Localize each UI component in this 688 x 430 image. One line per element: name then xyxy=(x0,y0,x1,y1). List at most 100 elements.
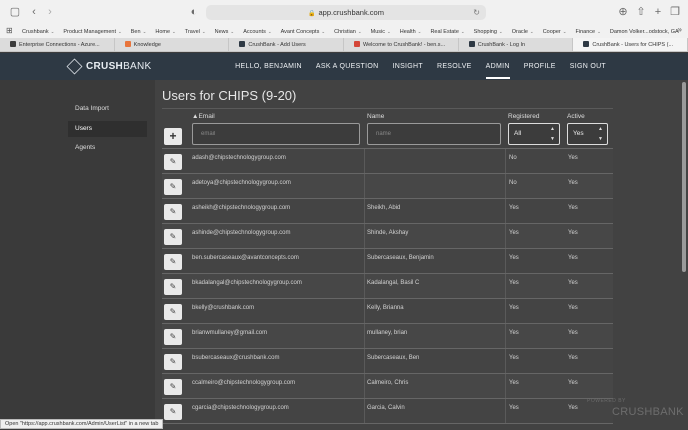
edit-user-button[interactable]: ✎ xyxy=(164,154,182,170)
nav-item-ask-a-question[interactable]: ASK A QUESTION xyxy=(316,63,379,70)
nav-item-resolve[interactable]: RESOLVE xyxy=(437,63,472,70)
forward-icon[interactable]: › xyxy=(43,5,57,19)
bookmark-label: Accounts xyxy=(243,29,266,35)
more-bookmarks-icon[interactable]: » xyxy=(678,25,682,34)
edit-user-button[interactable]: ✎ xyxy=(164,229,182,245)
edit-user-button[interactable]: ✎ xyxy=(164,304,182,320)
name-filter-input[interactable] xyxy=(367,123,501,145)
nav-item-admin[interactable]: ADMIN xyxy=(485,63,510,79)
bookmark-folder[interactable]: Music ⌄ xyxy=(371,29,391,35)
registered-cell: No xyxy=(509,155,517,161)
registered-filter-select[interactable]: All ▲ ▼ xyxy=(508,123,560,145)
bookmark-folder[interactable]: Product Management ⌄ xyxy=(63,29,121,35)
edit-user-button[interactable]: ✎ xyxy=(164,404,182,420)
nav-item-sign-out[interactable]: SIGN OUT xyxy=(570,63,606,70)
bookmark-folder[interactable]: Ben ⌄ xyxy=(131,29,147,35)
name-cell: Subercaseaux, Ben xyxy=(367,355,420,361)
active-cell: Yes xyxy=(568,380,578,386)
logo-bold-text: CRUSH xyxy=(86,60,124,72)
grid-icon[interactable]: ⊞ xyxy=(6,26,13,35)
column-divider xyxy=(364,299,365,323)
privacy-shield-icon[interactable]: ◐ xyxy=(187,5,201,19)
chevron-down-icon: ⌄ xyxy=(50,29,55,34)
browser-tab[interactable]: Knowledge xyxy=(115,38,230,51)
nav-item-profile[interactable]: PROFILE xyxy=(524,63,556,70)
registered-cell: Yes xyxy=(509,205,519,211)
page-scrollbar[interactable] xyxy=(682,82,686,272)
edit-user-button[interactable]: ✎ xyxy=(164,379,182,395)
bookmark-folder[interactable]: Health ⌄ xyxy=(400,29,422,35)
browser-toolbar: ▢ ‹ › ◐ 🔒 app.crushbank.com ↻ ⊕ ⇧ + ❐ xyxy=(0,0,688,25)
sidebar-toggle-icon[interactable]: ▢ xyxy=(8,5,22,19)
sidebar-item-data-import[interactable]: Data Import xyxy=(68,101,147,117)
active-column-header[interactable]: Active xyxy=(567,113,585,120)
active-filter-value: Yes xyxy=(573,130,584,137)
address-bar[interactable]: 🔒 app.crushbank.com ↻ xyxy=(206,5,486,20)
browser-tab[interactable]: Enterprise Connections - Azure... xyxy=(0,38,115,51)
browser-tab[interactable]: Welcome to CrushBank! - ben.s... xyxy=(344,38,459,51)
bookmark-folder[interactable]: Damon Volker...odstock, GA xyxy=(610,29,679,35)
edit-user-button[interactable]: ✎ xyxy=(164,279,182,295)
browser-tab[interactable]: CrushBank - Add Users xyxy=(229,38,345,51)
table-row: ✎ bkadalangal@chipstechnologygroup.com Kad… xyxy=(162,274,613,299)
bookmark-folder[interactable]: News ⌄ xyxy=(215,29,235,35)
edit-user-button[interactable]: ✎ xyxy=(164,179,182,195)
bookmark-folder[interactable]: Real Estate ⌄ xyxy=(430,29,464,35)
active-cell: Yes xyxy=(568,230,578,236)
bookmark-folder[interactable]: Travel ⌄ xyxy=(185,29,206,35)
name-column-header[interactable]: Name xyxy=(367,113,384,120)
main-nav: HELLO, BENJAMIN ASK A QUESTION INSIGHT RESO… xyxy=(221,53,606,80)
bookmark-folder[interactable]: Cooper ⌄ xyxy=(543,29,567,35)
bookmark-label: Crushbank xyxy=(22,29,49,35)
bookmark-folder[interactable]: Shopping ⌄ xyxy=(474,29,503,35)
active-filter-select[interactable]: Yes ▲ ▼ xyxy=(567,123,608,145)
registered-cell: Yes xyxy=(509,255,519,261)
column-divider xyxy=(364,374,365,398)
bookmark-folder[interactable]: Accounts ⌄ xyxy=(243,29,271,35)
bookmark-folder[interactable]: Home ⌄ xyxy=(155,29,175,35)
bookmark-folder[interactable]: Oracle ⌄ xyxy=(512,29,534,35)
chevron-down-icon: ⌄ xyxy=(460,29,465,34)
filter-row: + All ▲▼ Yes ▲▼ xyxy=(162,122,613,149)
crushbank-logo[interactable]: CRUSHBANK xyxy=(66,58,152,74)
add-user-button[interactable]: + xyxy=(164,128,182,145)
email-cell: cgarcia@chipstechnologygroup.com xyxy=(192,405,289,411)
column-divider xyxy=(505,199,506,223)
bookmark-label: Shopping xyxy=(473,29,497,35)
select-arrows-icon: ▲ ▼ xyxy=(598,126,603,142)
nav-item-hello-benjamin[interactable]: HELLO, BENJAMIN xyxy=(235,63,302,70)
bookmark-folder[interactable]: Crushbank ⌄ xyxy=(22,29,54,35)
tab-label: Knowledge xyxy=(133,42,161,48)
column-divider xyxy=(505,224,506,248)
registered-column-header[interactable]: Registered xyxy=(508,113,539,120)
chevron-down-icon: ⌄ xyxy=(562,29,567,34)
sidebar-item-agents[interactable]: Agents xyxy=(68,140,147,156)
edit-user-button[interactable]: ✎ xyxy=(164,254,182,270)
logo-icon xyxy=(66,58,83,74)
nav-item-insight[interactable]: INSIGHT xyxy=(392,63,423,70)
bookmark-folder[interactable]: Christian ⌄ xyxy=(334,29,361,35)
bookmark-folder[interactable]: Avant Concepts ⌄ xyxy=(281,29,326,35)
reload-icon[interactable]: ↻ xyxy=(473,5,480,20)
registered-cell: Yes xyxy=(509,305,519,311)
bookmark-folder[interactable]: Finance ⌄ xyxy=(576,29,601,35)
registered-cell: Yes xyxy=(509,280,519,286)
share-icon[interactable]: ⇧ xyxy=(634,5,648,19)
edit-user-button[interactable]: ✎ xyxy=(164,354,182,370)
registered-filter-value: All xyxy=(514,130,522,137)
bookmark-label: Health xyxy=(399,29,416,35)
new-tab-icon[interactable]: + xyxy=(651,5,665,19)
chevron-down-icon: ⌄ xyxy=(172,29,176,34)
browser-tab[interactable]: CrushBank - Users for CHIPS (... xyxy=(573,38,688,51)
email-filter-input[interactable] xyxy=(192,123,360,145)
download-icon[interactable]: ⊕ xyxy=(616,5,630,19)
active-cell: Yes xyxy=(568,155,578,161)
edit-user-button[interactable]: ✎ xyxy=(164,329,182,345)
sidebar-item-users[interactable]: Users xyxy=(68,121,147,137)
browser-tab[interactable]: CrushBank - Log In xyxy=(459,38,574,51)
table-row: ✎ bkelly@crushbank.com Kelly, Brianna Yes Ye… xyxy=(162,299,613,324)
email-column-header[interactable]: ▲Email xyxy=(192,113,215,120)
tab-overview-icon[interactable]: ❐ xyxy=(668,5,682,19)
back-icon[interactable]: ‹ xyxy=(27,5,41,19)
edit-user-button[interactable]: ✎ xyxy=(164,204,182,220)
